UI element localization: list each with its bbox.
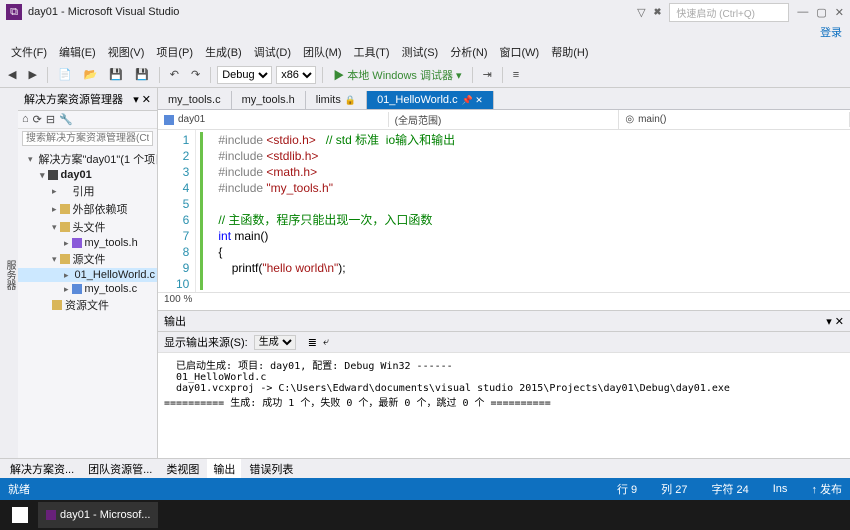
- config-select[interactable]: Debug: [217, 66, 272, 84]
- quick-launch-input[interactable]: 快速启动 (Ctrl+Q): [669, 3, 789, 22]
- explorer-title: 解决方案资源管理器: [24, 91, 123, 107]
- menu-item[interactable]: 团队(M): [298, 42, 347, 62]
- platform-select[interactable]: x86: [276, 66, 316, 84]
- status-ready: 就绪: [8, 481, 30, 497]
- props-icon[interactable]: 🔧: [59, 113, 73, 126]
- pin-icon: 📌 ✕: [462, 95, 483, 106]
- output-close-icon[interactable]: ▾ ✕: [826, 315, 844, 328]
- start-button[interactable]: [4, 502, 36, 528]
- menu-item[interactable]: 项目(P): [151, 42, 198, 62]
- zoom-level[interactable]: 100 %: [158, 292, 850, 310]
- status-char: 字符 24: [711, 481, 748, 497]
- tab-my-tools-h[interactable]: my_tools.h: [232, 91, 306, 109]
- new-project-icon[interactable]: 📄: [54, 66, 76, 83]
- minimize-button[interactable]: —: [797, 6, 808, 18]
- collapse-icon[interactable]: ⊟: [46, 113, 55, 126]
- main-toolbar: ◀ ▶ 📄 📂 💾 💾 ↶ ↷ Debug x86 ▶ 本地 Windows 调…: [0, 62, 850, 88]
- comment-icon[interactable]: ≡: [509, 67, 523, 83]
- menu-item[interactable]: 工具(T): [349, 42, 395, 62]
- windows-taskbar: day01 - Microsof...: [0, 500, 850, 530]
- nav-fwd-icon[interactable]: ▶: [24, 66, 40, 83]
- statusbar: 就绪 行 9 列 27 字符 24 Ins ↑ 发布: [0, 478, 850, 500]
- step-icon[interactable]: ⇥: [479, 66, 496, 83]
- left-side-tabs: 服务器 工具箱: [0, 88, 18, 458]
- explorer-dropdown-icon[interactable]: ▾ ✕: [133, 93, 151, 106]
- type-dropdown[interactable]: (全局范围): [389, 110, 620, 129]
- output-title: 输出: [164, 313, 186, 329]
- output-panel: 输出 ▾ ✕ 显示输出来源(S): 生成 ≣ ⤶ 已启动生成: 项目: day0…: [158, 310, 850, 458]
- solution-tree[interactable]: ▾解决方案"day01"(1 个项目) ▾day01 ▸引用 ▸外部依赖项 ▾头…: [18, 148, 157, 458]
- login-link[interactable]: 登录: [0, 24, 850, 42]
- code-nav-bar: day01 (全局范围) ◎ main(): [158, 110, 850, 130]
- undo-icon[interactable]: ↶: [166, 66, 183, 83]
- maximize-button[interactable]: ▢: [816, 6, 826, 19]
- refresh-icon[interactable]: ⟳: [33, 113, 42, 126]
- editor-tabs: my_tools.c my_tools.h limits🔒 01_HelloWo…: [158, 88, 850, 110]
- window-title: day01 - Microsoft Visual Studio: [28, 6, 637, 18]
- status-line: 行 9: [617, 481, 637, 497]
- server-explorer-tab[interactable]: 服务器: [1, 256, 18, 294]
- solution-explorer: 解决方案资源管理器 ▾ ✕ ⌂ ⟳ ⊟ 🔧 ▾解决方案"day01"(1 个项目…: [18, 88, 158, 458]
- vs-logo-icon: ⧉: [6, 4, 22, 20]
- explorer-search-input[interactable]: [22, 131, 153, 146]
- open-icon[interactable]: 📂: [80, 66, 102, 83]
- menu-item[interactable]: 视图(V): [103, 42, 150, 62]
- bottom-tab[interactable]: 错误列表: [243, 459, 299, 479]
- bottom-tab[interactable]: 解决方案资...: [4, 459, 80, 479]
- status-publish[interactable]: ↑ 发布: [811, 481, 842, 497]
- bottom-tab[interactable]: 类视图: [160, 459, 205, 479]
- output-from-select[interactable]: 生成: [254, 335, 296, 350]
- member-dropdown[interactable]: ◎ main(): [619, 112, 850, 127]
- tree-file-selected: ▸01_HelloWorld.c: [18, 268, 157, 282]
- bottom-tab[interactable]: 团队资源管...: [82, 459, 158, 479]
- tab-my-tools-c[interactable]: my_tools.c: [158, 91, 232, 109]
- menu-item[interactable]: 帮助(H): [546, 42, 593, 62]
- menu-item[interactable]: 窗口(W): [495, 42, 545, 62]
- home-icon[interactable]: ⌂: [22, 113, 29, 126]
- code-editor[interactable]: 1234567891011121314151617 #include <stdi…: [158, 130, 850, 292]
- save-icon[interactable]: 💾: [105, 66, 127, 83]
- clear-icon[interactable]: ≣: [308, 336, 317, 349]
- nav-back-icon[interactable]: ◀: [4, 66, 20, 83]
- menu-item[interactable]: 分析(N): [445, 42, 492, 62]
- redo-icon[interactable]: ↷: [187, 66, 204, 83]
- scope-dropdown[interactable]: day01: [158, 112, 389, 127]
- output-from-label: 显示输出来源(S):: [164, 334, 248, 350]
- titlebar: ⧉ day01 - Microsoft Visual Studio ▽ 🞮 快速…: [0, 0, 850, 24]
- menu-item[interactable]: 测试(S): [397, 42, 444, 62]
- tab-limits[interactable]: limits🔒: [306, 91, 367, 109]
- tab-helloworld-active[interactable]: 01_HelloWorld.c📌 ✕: [367, 91, 494, 109]
- close-button[interactable]: ✕: [835, 6, 844, 19]
- run-button[interactable]: ▶ 本地 Windows 调试器 ▾: [329, 65, 465, 85]
- save-all-icon[interactable]: 💾: [131, 66, 153, 83]
- feedback-icon[interactable]: 🞮: [654, 6, 662, 19]
- taskbar-vs[interactable]: day01 - Microsof...: [38, 502, 158, 528]
- wrap-icon[interactable]: ⤶: [323, 336, 329, 349]
- menubar: 文件(F)编辑(E)视图(V)项目(P)生成(B)调试(D)团队(M)工具(T)…: [0, 42, 850, 62]
- menu-item[interactable]: 文件(F): [6, 42, 52, 62]
- bottom-tab[interactable]: 输出: [207, 459, 241, 479]
- bottom-tab-strip: 解决方案资...团队资源管...类视图输出错误列表: [0, 458, 850, 478]
- sync-icon[interactable]: ▽: [637, 6, 645, 19]
- output-text[interactable]: 已启动生成: 项目: day01, 配置: Debug Win32 ------…: [158, 353, 850, 458]
- status-ins: Ins: [773, 483, 788, 495]
- lock-icon: 🔒: [345, 95, 356, 106]
- menu-item[interactable]: 调试(D): [249, 42, 296, 62]
- menu-item[interactable]: 生成(B): [200, 42, 247, 62]
- status-col: 列 27: [661, 481, 687, 497]
- menu-item[interactable]: 编辑(E): [54, 42, 101, 62]
